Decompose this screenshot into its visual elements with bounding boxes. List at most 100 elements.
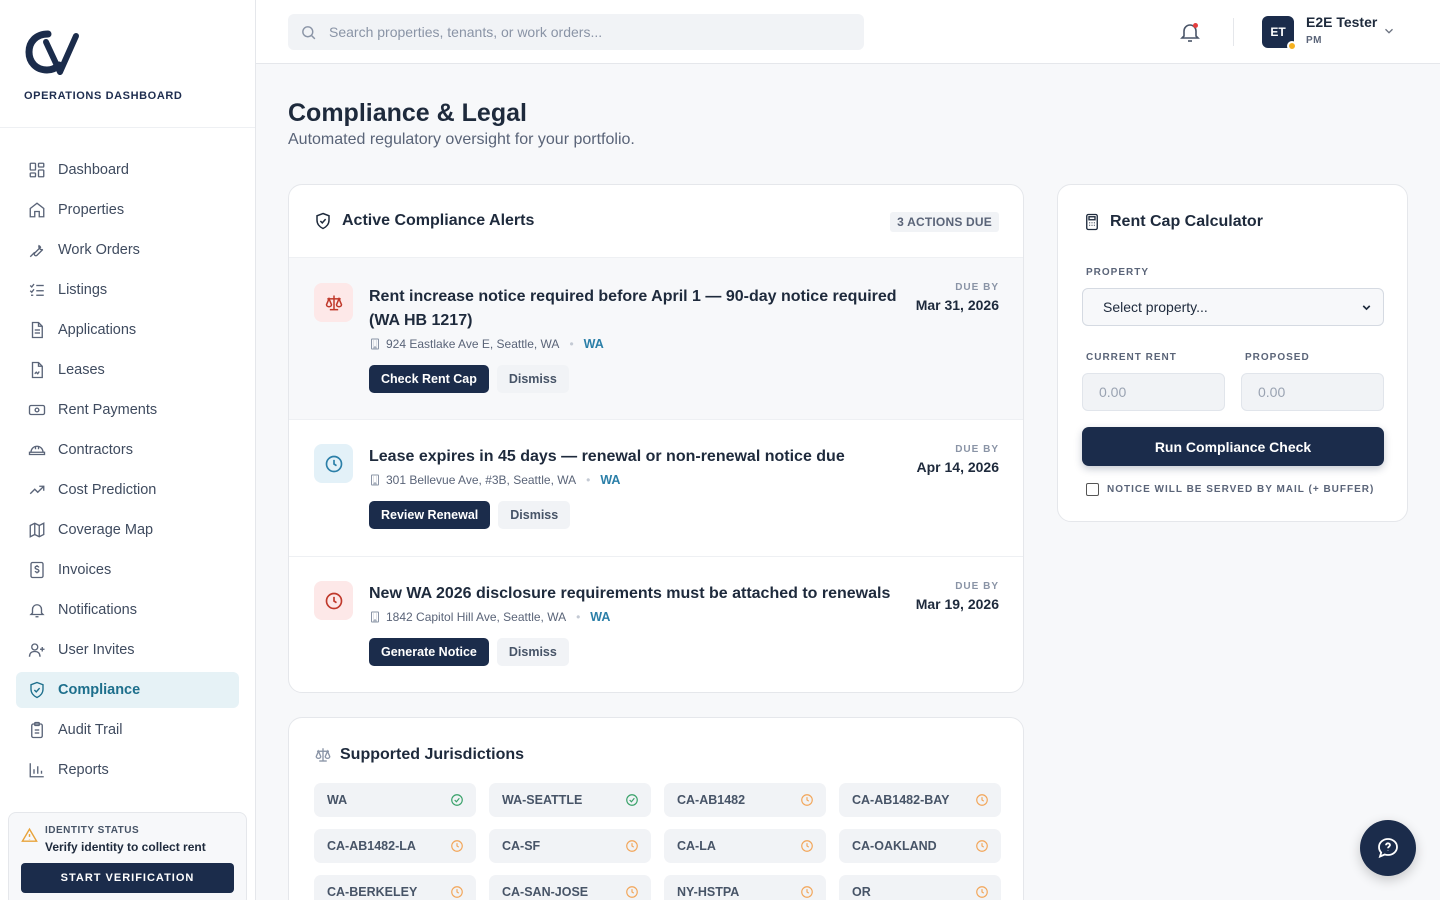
alerts-card-title: Active Compliance Alerts [342,212,535,229]
run-compliance-check-button[interactable]: Run Compliance Check [1082,427,1384,466]
alert-due: DUE BY Mar 19, 2026 [916,581,999,612]
clock-icon [975,793,989,807]
check-rent-cap-button[interactable]: Check Rent Cap [369,365,489,393]
trending-up-icon [28,481,46,499]
jurisdiction-chip[interactable]: OR [839,875,1001,900]
jurisdiction-code: CA-SAN-JOSE [502,885,589,899]
building-icon [369,474,381,486]
alert-address-text: 924 Eastlake Ave E, Seattle, WA [386,337,560,351]
user-name[interactable]: E2E Tester [1306,14,1377,30]
start-verification-button[interactable]: START VERIFICATION [21,863,234,893]
jurisdiction-chip[interactable]: WA [314,783,476,817]
generate-notice-button[interactable]: Generate Notice [369,638,489,666]
dismiss-button[interactable]: Dismiss [498,501,571,529]
jurisdictions-header: Supported Jurisdictions [314,746,524,764]
jurisdiction-chip[interactable]: CA-BERKELEY [314,875,476,900]
jurisdiction-chip[interactable]: CA-LA [664,829,826,863]
mail-notice-checkbox[interactable] [1086,483,1099,496]
current-rent-input[interactable]: 0.00 [1082,373,1225,411]
review-renewal-button[interactable]: Review Renewal [369,501,491,529]
avatar-initials: ET [1270,25,1286,39]
brand-logo[interactable] [24,28,80,78]
clock-icon [800,839,814,853]
jurisdiction-chip[interactable]: CA-OAKLAND [839,829,1001,863]
jurisdiction-chip[interactable]: CA-AB1482-BAY [839,783,1001,817]
jurisdiction-chip[interactable]: CA-AB1482 [664,783,826,817]
brand-tagline: OPERATIONS DASHBOARD [24,90,183,102]
alert-due: DUE BY Mar 31, 2026 [916,282,999,313]
jurisdiction-code: WA-SEATTLE [502,793,583,807]
sidebar-item-reports[interactable]: Reports [16,752,239,788]
proposed-rent-input[interactable]: 0.00 [1241,373,1384,411]
sidebar-nav: Dashboard Properties Work Orders Listing… [0,128,255,788]
sidebar-item-label: Work Orders [58,242,140,258]
avatar[interactable]: ET [1262,16,1297,51]
compliance-alert: Lease expires in 45 days — renewal or no… [289,420,1023,557]
sidebar-item-work-orders[interactable]: Work Orders [16,232,239,268]
sidebar-item-properties[interactable]: Properties [16,192,239,228]
due-label: DUE BY [955,282,999,293]
sidebar-item-label: Notifications [58,602,137,618]
jurisdiction-code: CA-SF [502,839,541,853]
jurisdictions-grid: WA WA-SEATTLE CA-AB1482 CA-AB1482-BAY CA-AB1… [314,783,1001,900]
jurisdiction-code: NY-HSTPA [677,885,740,899]
dismiss-button[interactable]: Dismiss [496,638,569,666]
building-icon [369,611,381,623]
dismiss-button[interactable]: Dismiss [496,365,569,393]
sidebar-item-rent-payments[interactable]: Rent Payments [16,392,239,428]
jurisdiction-chip[interactable]: NY-HSTPA [664,875,826,900]
sidebar-item-audit-trail[interactable]: Audit Trail [16,712,239,748]
chat-support-button[interactable] [1360,820,1416,876]
alert-jurisdiction[interactable]: WA [584,337,604,351]
property-select[interactable]: Select property... [1082,288,1384,326]
sidebar-item-label: Rent Payments [58,402,158,418]
sidebar-item-label: Invoices [58,562,112,578]
page-subtitle: Automated regulatory oversight for your … [288,131,635,148]
jurisdiction-code: CA-AB1482-BAY [852,793,950,807]
sidebar-item-leases[interactable]: Leases [16,352,239,388]
jurisdiction-chip[interactable]: CA-SAN-JOSE [489,875,651,900]
alert-jurisdiction[interactable]: WA [600,473,620,487]
clock-icon [800,793,814,807]
sidebar-item-applications[interactable]: Applications [16,312,239,348]
header-divider [1233,18,1234,46]
clock-icon [975,885,989,899]
alert-jurisdiction[interactable]: WA [590,610,610,624]
page-title: Compliance & Legal [288,99,527,127]
jurisdiction-chip[interactable]: WA-SEATTLE [489,783,651,817]
signed-document-icon [28,361,46,379]
sidebar-item-user-invites[interactable]: User Invites [16,632,239,668]
search-input[interactable] [329,24,829,40]
clock-icon [625,885,639,899]
clock-icon [975,839,989,853]
property-label: PROPERTY [1086,267,1150,278]
jurisdictions-title: Supported Jurisdictions [340,746,525,763]
chevron-down-icon[interactable] [1382,24,1396,38]
jurisdiction-chip[interactable]: CA-AB1482-LA [314,829,476,863]
notifications-bell-icon[interactable] [1178,20,1202,44]
alert-address: 1842 Capitol Hill Ave, Seattle, WA • WA [369,610,1023,624]
sidebar-item-invoices[interactable]: Invoices [16,552,239,588]
shield-check-icon [314,212,332,230]
alert-title: Lease expires in 45 days — renewal or no… [369,448,845,465]
sidebar-item-notifications[interactable]: Notifications [16,592,239,628]
jurisdiction-code: CA-BERKELEY [327,885,418,899]
grid-icon [28,161,46,179]
sidebar-item-cost-prediction[interactable]: Cost Prediction [16,472,239,508]
clock-icon [314,444,353,483]
sidebar-item-dashboard[interactable]: Dashboard [16,152,239,188]
jurisdiction-chip[interactable]: CA-SF [489,829,651,863]
sidebar-item-compliance[interactable]: Compliance [16,672,239,708]
clipboard-icon [28,721,46,739]
alert-actions: Generate Notice Dismiss [369,638,1023,666]
building-icon [369,338,381,350]
clock-icon [800,885,814,899]
sidebar-item-listings[interactable]: Listings [16,272,239,308]
sidebar-item-label: Audit Trail [58,722,123,738]
sidebar: OPERATIONS DASHBOARD Dashboard Propertie… [0,0,256,900]
due-date: Apr 14, 2026 [916,459,1000,475]
alert-address: 301 Bellevue Ave, #3B, Seattle, WA • WA [369,473,1023,487]
jurisdiction-code: CA-AB1482 [677,793,746,807]
sidebar-item-contractors[interactable]: Contractors [16,432,239,468]
sidebar-item-coverage-map[interactable]: Coverage Map [16,512,239,548]
